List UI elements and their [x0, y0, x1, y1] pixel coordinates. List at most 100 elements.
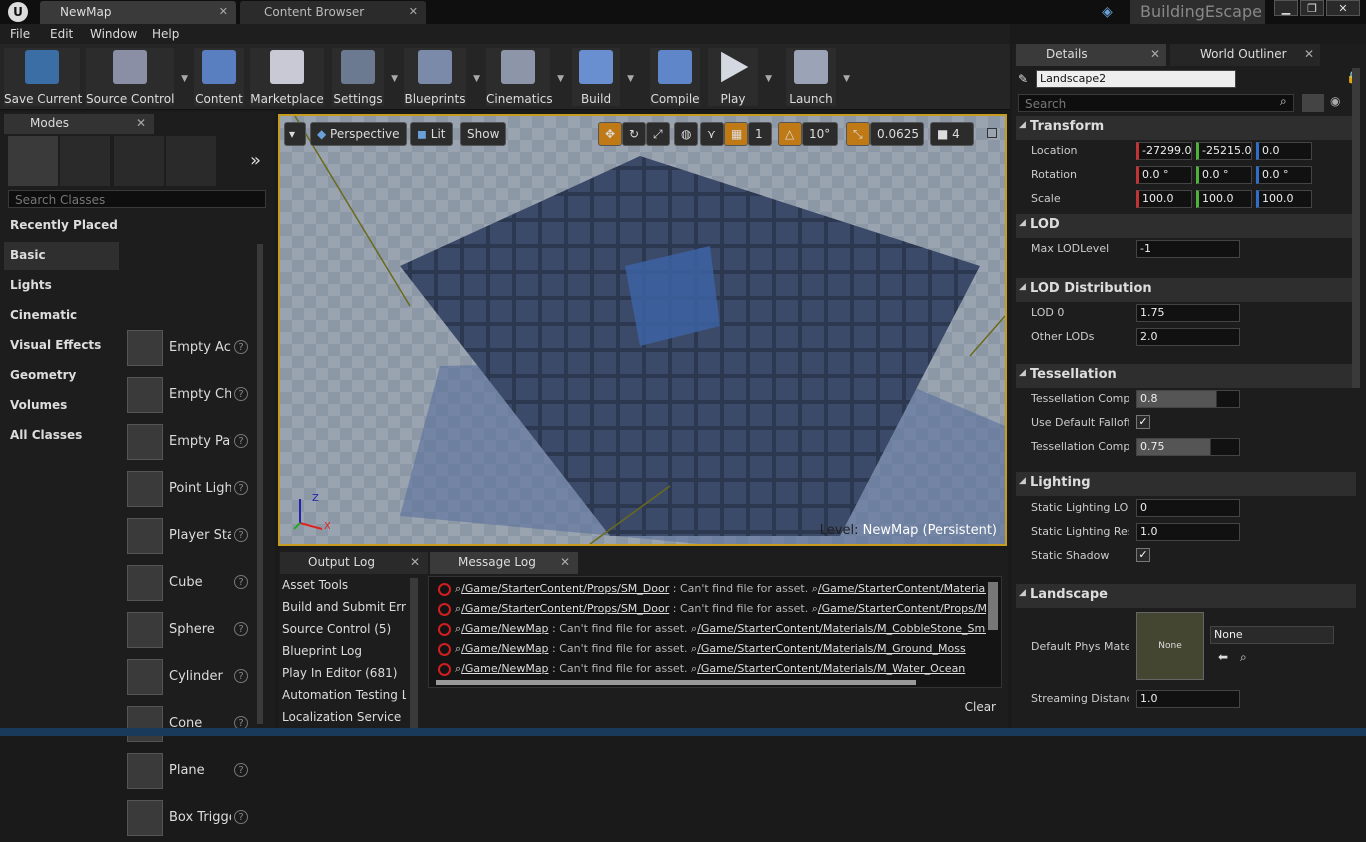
tab-details[interactable]: Details ✕ [1016, 44, 1166, 66]
foliage-mode-icon[interactable] [166, 136, 216, 186]
marketplace-button[interactable]: Marketplace [250, 48, 324, 106]
menu-edit[interactable]: Edit [50, 27, 73, 41]
lod-section[interactable]: LOD [1016, 214, 1356, 238]
paint-mode-icon[interactable] [60, 136, 110, 186]
lighting-section[interactable]: Lighting [1016, 472, 1356, 496]
blueprints-button[interactable]: Blueprints ▼ [404, 48, 480, 106]
asset-path-link[interactable]: /Game/StarterContent/Props/SM_Door [461, 582, 669, 595]
scale-icon[interactable]: ⤢ [646, 122, 670, 146]
asset-path-link[interactable]: /Game/NewMap [461, 642, 548, 655]
class-item[interactable]: Cube? [122, 561, 256, 607]
menu-file[interactable]: File [10, 27, 30, 41]
rotation-x[interactable]: 0.0 ° [1136, 166, 1192, 184]
scale-x[interactable]: 100.0 [1136, 190, 1192, 208]
class-item[interactable]: Plane? [122, 749, 256, 795]
class-item[interactable]: Cone? [122, 702, 256, 748]
level-viewport[interactable]: ▾ ◆ Perspective ◼ Lit Show ✥ ↻ ⤢ ◍ ⋎ ▦ 1… [278, 114, 1007, 546]
maximize-viewport-icon[interactable] [987, 128, 997, 138]
help-icon[interactable]: ? [234, 481, 248, 495]
lod-distribution-section[interactable]: LOD Distribution [1016, 278, 1356, 302]
log-category[interactable]: Source Control (5) [282, 622, 406, 636]
scale-z[interactable]: 100.0 [1256, 190, 1312, 208]
tab-newmap[interactable]: NewMap ✕ [40, 1, 236, 24]
clear-button[interactable]: Clear [965, 700, 996, 714]
log-category[interactable]: Automation Testing Lo [282, 688, 406, 702]
close-icon[interactable]: ✕ [560, 555, 570, 569]
help-icon[interactable]: ? [234, 528, 248, 542]
tab-output-log[interactable]: Output Log ✕ [280, 552, 428, 574]
chevron-down-icon[interactable]: ▼ [627, 74, 634, 84]
log-category[interactable]: Build and Submit Error [282, 600, 406, 614]
help-icon[interactable]: ? [234, 669, 248, 683]
view-options-icon[interactable] [1302, 94, 1324, 112]
landscape-mode-icon[interactable] [114, 136, 164, 186]
close-window-button[interactable]: ✕ [1326, 0, 1360, 16]
static-lighting-lod-field[interactable]: 0 [1136, 499, 1240, 517]
rotation-z[interactable]: 0.0 ° [1256, 166, 1312, 184]
log-category[interactable]: Blueprint Log [282, 644, 406, 658]
class-item[interactable]: Player Sta? [122, 514, 256, 560]
more-modes-icon[interactable]: » [250, 150, 261, 171]
lod0-field[interactable]: 1.75 [1136, 304, 1240, 322]
help-icon[interactable]: ? [234, 622, 248, 636]
world-local-icon[interactable]: ◍ [674, 122, 698, 146]
tessellation-section[interactable]: Tessellation [1016, 364, 1356, 388]
log-message[interactable]: ⌕/Game/StarterContent/Props/SM_Door : Ca… [438, 602, 986, 622]
asset-path-link[interactable]: /Game/StarterContent/Props/SM_Door [461, 602, 669, 615]
location-z[interactable]: 0.0 [1256, 142, 1312, 160]
category-basic[interactable]: Basic [4, 242, 119, 270]
location-y[interactable]: -25215.0 [1196, 142, 1252, 160]
log-message[interactable]: ⌕/Game/NewMap : Can't find file for asse… [438, 622, 986, 642]
log-message[interactable]: ⌕/Game/NewMap : Can't find file for asse… [438, 642, 986, 662]
asset-path-link[interactable]: /Game/NewMap [461, 662, 548, 675]
unreal-logo-icon[interactable]: U [8, 2, 28, 22]
compile-button[interactable]: Compile [650, 48, 700, 106]
minimize-button[interactable]: ▁ [1274, 0, 1298, 16]
scale-snap-value[interactable]: 0.0625 [870, 122, 924, 146]
translate-icon[interactable]: ✥ [598, 122, 622, 146]
chevron-down-icon[interactable]: ▼ [765, 74, 772, 84]
scrollbar[interactable] [1352, 68, 1360, 388]
help-icon[interactable]: ? [234, 810, 248, 824]
help-icon[interactable]: ? [234, 763, 248, 777]
search-icon[interactable]: ⌕ [1240, 650, 1247, 665]
source-control-button[interactable]: Source Control ▼ [86, 48, 188, 106]
eye-icon[interactable]: ◉ [1330, 94, 1340, 108]
source-control-icon[interactable]: ◈ [1102, 4, 1113, 20]
help-icon[interactable]: ? [234, 575, 248, 589]
phys-material-dropdown[interactable]: None [1210, 626, 1334, 644]
log-message[interactable]: ⌕/Game/NewMap : Can't find file for asse… [438, 662, 986, 682]
menu-help[interactable]: Help [152, 27, 179, 41]
search-icon[interactable]: ⌕ [1280, 94, 1287, 109]
perspective-button[interactable]: ◆ Perspective [310, 122, 407, 146]
details-search-input[interactable]: Search [1018, 94, 1294, 112]
viewport-options-button[interactable]: ▾ [284, 122, 306, 146]
modes-tab[interactable]: Modes ✕ [4, 114, 154, 134]
tab-message-log[interactable]: Message Log ✕ [430, 552, 578, 574]
place-mode-icon[interactable] [8, 136, 58, 186]
scale-label[interactable]: Scale [1031, 192, 1129, 205]
search-classes-input[interactable]: Search Classes [8, 190, 266, 208]
rotate-icon[interactable]: ↻ [622, 122, 646, 146]
arrow-left-icon[interactable]: ⬅ [1218, 650, 1228, 664]
show-button[interactable]: Show [460, 122, 507, 146]
class-item[interactable]: Empty Cha? [122, 373, 256, 419]
category-lights[interactable]: Lights [4, 272, 119, 300]
category-cinematic[interactable]: Cinematic [4, 302, 119, 330]
close-icon[interactable]: ✕ [1150, 47, 1160, 61]
save-current-button[interactable]: Save Current [4, 48, 82, 106]
build-button[interactable]: Build ▼ [572, 48, 634, 106]
maximize-button[interactable]: ❐ [1300, 0, 1324, 16]
settings-button[interactable]: Settings ▼ [332, 48, 398, 106]
rotation-snap-icon[interactable]: △ [778, 122, 802, 146]
streaming-distance-field[interactable]: 1.0 [1136, 690, 1240, 708]
grid-snap-value[interactable]: 1 [748, 122, 772, 146]
actor-name-field[interactable]: Landscape2 [1036, 70, 1236, 88]
location-x[interactable]: -27299.0 [1136, 142, 1192, 160]
other-lods-field[interactable]: 2.0 [1136, 328, 1240, 346]
static-lighting-res-field[interactable]: 1.0 [1136, 523, 1240, 541]
class-item[interactable]: Empty Act? [122, 326, 256, 372]
landscape-section[interactable]: Landscape [1016, 584, 1356, 608]
lit-button[interactable]: ◼ Lit [410, 122, 453, 146]
scrollbar[interactable] [410, 578, 418, 728]
